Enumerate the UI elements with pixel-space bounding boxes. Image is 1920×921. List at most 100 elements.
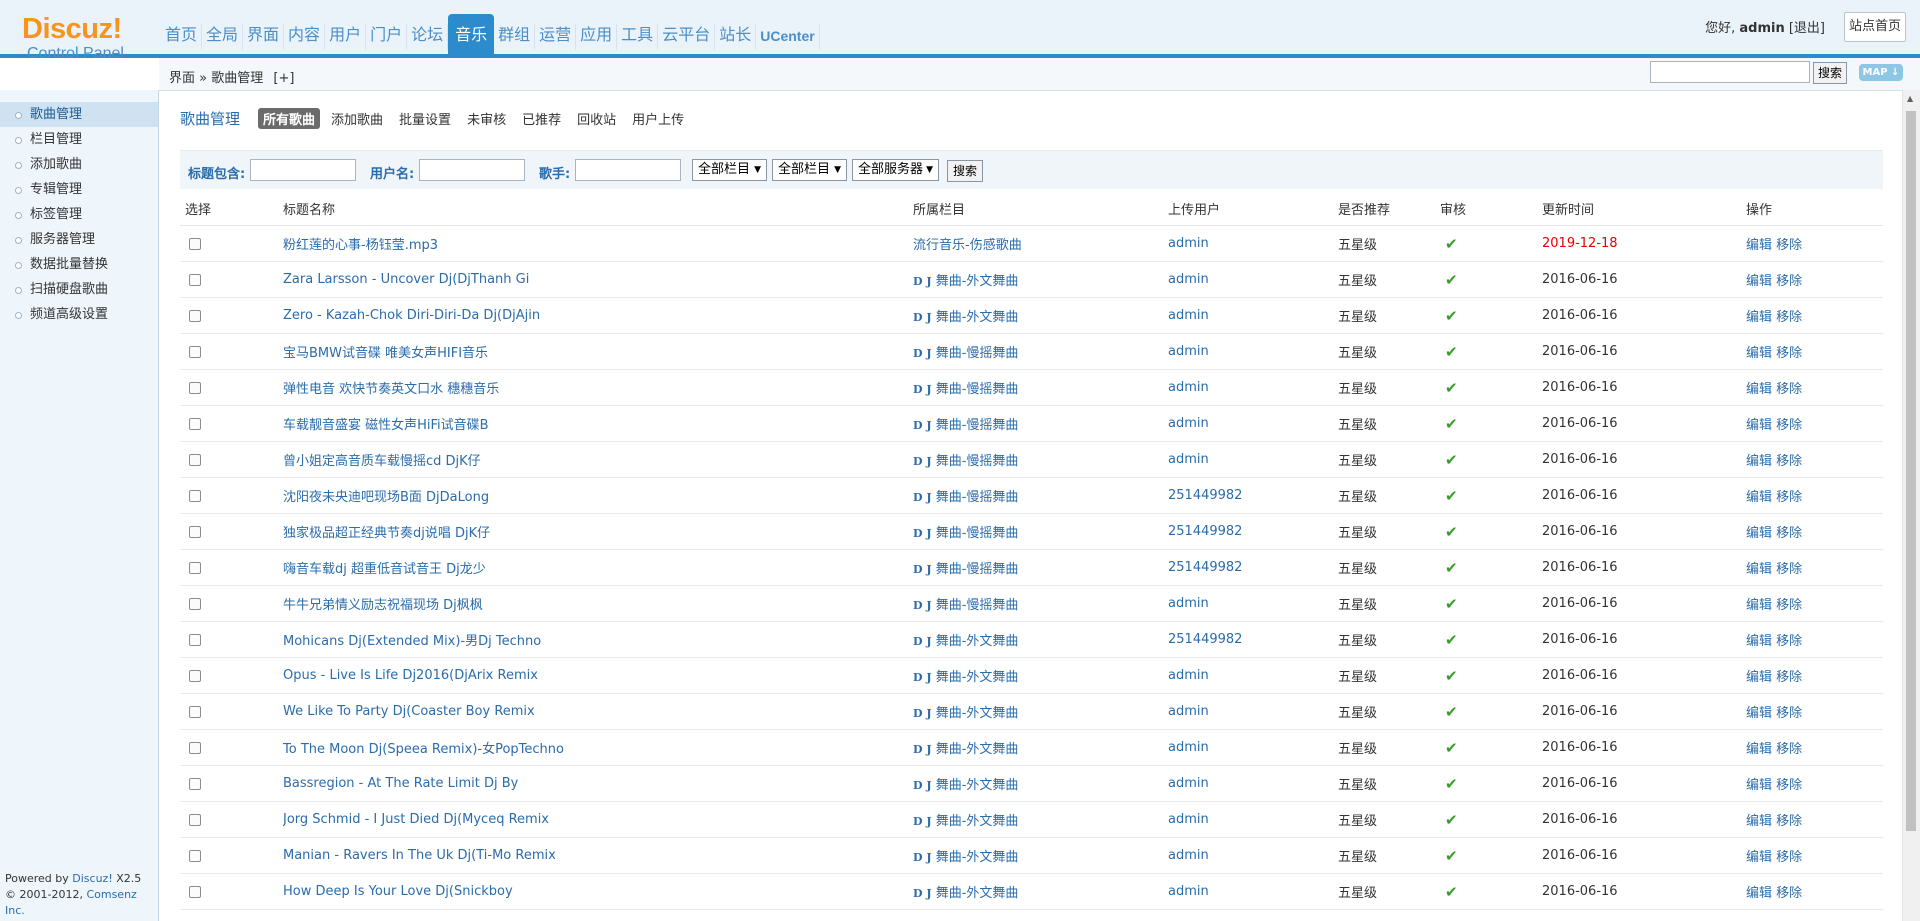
uploader-link[interactable]: admin xyxy=(1168,704,1209,719)
uploader-link[interactable]: admin xyxy=(1168,848,1209,863)
tab-0[interactable]: 所有歌曲 xyxy=(258,107,321,129)
row-checkbox[interactable] xyxy=(189,885,201,898)
edit-link[interactable]: 编辑 xyxy=(1746,742,1772,757)
uploader-link[interactable]: admin xyxy=(1168,740,1209,755)
song-title-link[interactable]: 车载靓音盛宴 磁性女声HiFi试音碟B xyxy=(283,418,489,433)
uploader-link[interactable]: 251449982 xyxy=(1168,560,1242,575)
uploader-link[interactable]: admin xyxy=(1168,884,1209,899)
song-title-link[interactable]: 牛牛兄弟情义励志祝福现场 Dj枫枫 xyxy=(283,598,483,613)
song-title-link[interactable]: 粉红莲的心事-杨钰莹.mp3 xyxy=(283,238,438,253)
edit-link[interactable]: 编辑 xyxy=(1746,634,1772,649)
uploader-link[interactable]: admin xyxy=(1168,668,1209,683)
sidebar-item-2[interactable]: 添加歌曲 xyxy=(0,152,158,177)
map-button[interactable]: MAP ↓ xyxy=(1859,64,1903,81)
sidebar-item-5[interactable]: 服务器管理 xyxy=(0,227,158,252)
category-link[interactable]: 舞曲-外文舞曲 xyxy=(936,886,1019,901)
edit-link[interactable]: 编辑 xyxy=(1746,562,1772,577)
edit-link[interactable]: 编辑 xyxy=(1746,778,1772,793)
row-checkbox[interactable] xyxy=(189,741,201,754)
row-checkbox[interactable] xyxy=(189,777,201,790)
row-checkbox[interactable] xyxy=(189,417,201,430)
nav-item-4[interactable]: 用户 xyxy=(325,24,367,50)
sidebar-item-4[interactable]: 标签管理 xyxy=(0,202,158,227)
category-link[interactable]: 舞曲-外文舞曲 xyxy=(936,778,1019,793)
row-checkbox[interactable] xyxy=(189,525,201,538)
uploader-link[interactable]: 251449982 xyxy=(1168,488,1242,503)
song-title-link[interactable]: 宝马BMW试音碟 唯美女声HIFI音乐 xyxy=(283,346,488,361)
edit-link[interactable]: 编辑 xyxy=(1746,418,1772,433)
category-link[interactable]: 舞曲-外文舞曲 xyxy=(936,310,1019,325)
edit-link[interactable]: 编辑 xyxy=(1746,274,1772,289)
nav-item-1[interactable]: 全局 xyxy=(202,24,244,50)
song-title-link[interactable]: 嗨音车载dj 超重低音试音王 Dj龙少 xyxy=(283,562,486,577)
nav-item-2[interactable]: 界面 xyxy=(243,24,285,50)
scroll-up-arrow-icon[interactable]: ▲ xyxy=(1907,94,1913,103)
uploader-link[interactable]: admin xyxy=(1168,308,1209,323)
category-link[interactable]: 舞曲-慢摇舞曲 xyxy=(936,382,1019,397)
category-link[interactable]: 舞曲-慢摇舞曲 xyxy=(936,454,1019,469)
sidebar-item-8[interactable]: 频道高级设置 xyxy=(0,302,158,327)
edit-link[interactable]: 编辑 xyxy=(1746,598,1772,613)
category-link[interactable]: 舞曲-外文舞曲 xyxy=(936,670,1019,685)
row-checkbox[interactable] xyxy=(189,309,201,322)
song-title-link[interactable]: Opus - Live Is Life Dj2016(DjArix Remix xyxy=(283,668,538,683)
category-link[interactable]: 舞曲-外文舞曲 xyxy=(936,814,1019,829)
remove-link[interactable]: 移除 xyxy=(1776,310,1802,325)
sidebar-item-7[interactable]: 扫描硬盘歌曲 xyxy=(0,277,158,302)
song-title-link[interactable]: Jorg Schmid - I Just Died Dj(Myceq Remix xyxy=(283,812,549,827)
edit-link[interactable]: 编辑 xyxy=(1746,454,1772,469)
sidebar-item-1[interactable]: 栏目管理 xyxy=(0,127,158,152)
uploader-link[interactable]: admin xyxy=(1168,236,1209,251)
nav-item-7[interactable]: 音乐 xyxy=(448,14,495,54)
category-link[interactable]: 舞曲-慢摇舞曲 xyxy=(936,526,1019,541)
category-link[interactable]: 舞曲-外文舞曲 xyxy=(936,850,1019,865)
discuz-link[interactable]: Discuz! xyxy=(72,872,112,885)
nav-item-3[interactable]: 内容 xyxy=(284,24,326,50)
row-checkbox[interactable] xyxy=(189,561,201,574)
edit-link[interactable]: 编辑 xyxy=(1746,310,1772,325)
edit-link[interactable]: 编辑 xyxy=(1746,238,1772,253)
remove-link[interactable]: 移除 xyxy=(1776,418,1802,433)
remove-link[interactable]: 移除 xyxy=(1776,274,1802,289)
subcategory-select[interactable]: 全部栏目 ▼ xyxy=(772,159,847,181)
remove-link[interactable]: 移除 xyxy=(1776,598,1802,613)
logo[interactable]: Discuz! Control Panel xyxy=(22,14,152,63)
song-title-link[interactable]: How Deep Is Your Love Dj(Snickboy xyxy=(283,884,513,899)
remove-link[interactable]: 移除 xyxy=(1776,886,1802,901)
site-home-button[interactable]: 站点首页 xyxy=(1844,12,1906,42)
remove-link[interactable]: 移除 xyxy=(1776,490,1802,505)
remove-link[interactable]: 移除 xyxy=(1776,526,1802,541)
category-link[interactable]: 舞曲-外文舞曲 xyxy=(936,634,1019,649)
edit-link[interactable]: 编辑 xyxy=(1746,850,1772,865)
remove-link[interactable]: 移除 xyxy=(1776,454,1802,469)
category-link[interactable]: 流行音乐-伤感歌曲 xyxy=(913,238,1022,253)
remove-link[interactable]: 移除 xyxy=(1776,238,1802,253)
remove-link[interactable]: 移除 xyxy=(1776,814,1802,829)
category-link[interactable]: 舞曲-慢摇舞曲 xyxy=(936,418,1019,433)
category-link[interactable]: 舞曲-慢摇舞曲 xyxy=(936,598,1019,613)
nav-item-14[interactable]: UCenter xyxy=(756,24,820,50)
song-title-link[interactable]: 弹性电音 欢快节奏英文口水 穗穗音乐 xyxy=(283,382,499,397)
song-title-link[interactable]: Manian - Ravers In The Uk Dj(Ti-Mo Remix xyxy=(283,848,556,863)
tab-4[interactable]: 已推荐 xyxy=(517,108,566,129)
remove-link[interactable]: 移除 xyxy=(1776,382,1802,397)
edit-link[interactable]: 编辑 xyxy=(1746,814,1772,829)
tab-6[interactable]: 用户上传 xyxy=(627,108,689,129)
nav-item-13[interactable]: 站长 xyxy=(715,24,757,50)
edit-link[interactable]: 编辑 xyxy=(1746,382,1772,397)
song-title-link[interactable]: Zara Larsson - Uncover Dj(DjThanh Gi xyxy=(283,272,529,287)
nav-item-11[interactable]: 工具 xyxy=(617,24,659,50)
user-filter-input[interactable] xyxy=(419,159,525,181)
nav-item-10[interactable]: 应用 xyxy=(576,24,618,50)
song-title-link[interactable]: 独家极品超正经典节奏dj说唱 DjK仔 xyxy=(283,526,490,541)
nav-item-0[interactable]: 首页 xyxy=(161,24,203,50)
song-title-link[interactable]: 曾小姐定高音质车载慢摇cd DjK仔 xyxy=(283,454,481,469)
song-title-link[interactable]: We Like To Party Dj(Coaster Boy Remix xyxy=(283,704,535,719)
row-checkbox[interactable] xyxy=(189,633,201,646)
filter-search-button[interactable]: 搜索 xyxy=(947,160,984,182)
nav-item-9[interactable]: 运营 xyxy=(535,24,577,50)
song-title-link[interactable]: 沈阳夜未央迪吧现场B面 DjDaLong xyxy=(283,490,489,505)
row-checkbox[interactable] xyxy=(189,453,201,466)
scrollbar[interactable]: ▲ xyxy=(1902,90,1920,921)
top-search-input[interactable] xyxy=(1650,61,1810,83)
